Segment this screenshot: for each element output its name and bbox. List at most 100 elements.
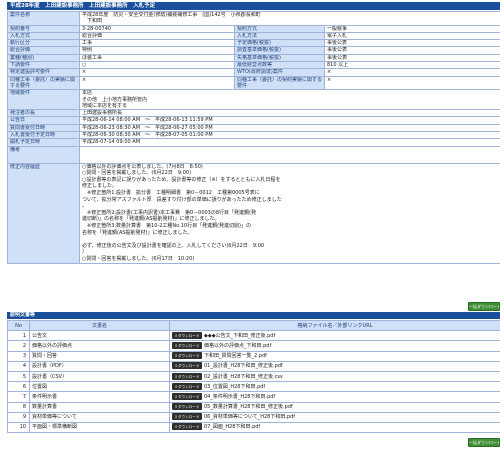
info-row: 執行区分 工事 予定価格(税抜) 事後公表: [7, 39, 500, 48]
info-label: 入札書受付予定日時: [7, 131, 80, 140]
info-label: 最低経営点数等: [234, 61, 325, 70]
document-no: 10: [7, 421, 30, 434]
info-value: 事後公表: [323, 53, 500, 63]
info-value: 3-28-00740: [79, 24, 235, 33]
info-row: 入札方式 総合評価 入札方法 電子入札: [7, 31, 500, 41]
info-value: 平成28-07-14 09:00 AM: [78, 138, 500, 147]
info-row: 特定建設許可要件 × WTO(政府調達)案件 ×: [7, 68, 500, 77]
documents-header-row: No 文書名 格納ファイル名／外部リンクURL: [7, 319, 500, 332]
download-button[interactable]: ⬇ダウンロード: [172, 331, 202, 339]
page-title: 平成28年度 上田建設事務所 上田建設事務所 入札予定: [7, 2, 500, 10]
info-label: 発注者の長: [7, 109, 80, 118]
document-name: 公告文: [29, 330, 170, 342]
document-file-cell: ⬇ダウンロード 01_設計書_H28下和田_修正後.pdf: [169, 360, 500, 372]
documents-table: No 文書名 格納ファイル名／外部リンクURL 1 公告文 ⬇ダウンロード ◆◆◆公告…: [7, 319, 500, 434]
info-row: 契約番号 3-28-00740 契約方式 一般競争: [7, 24, 500, 33]
bulk-download-button-bottom[interactable]: 一括ダウンロード: [468, 438, 500, 447]
info-label: 予定価格(税抜): [234, 39, 325, 48]
download-button[interactable]: ⬇ダウンロード: [172, 362, 202, 370]
info-value: 特例: [79, 46, 235, 55]
document-row: 6 位置図 ⬇ダウンロード 03_位置図_H28下和田.pdf: [7, 381, 500, 393]
info-label: 開札予定日時: [7, 138, 80, 147]
download-button[interactable]: ⬇ダウンロード: [172, 403, 202, 411]
info-row: 開札予定日時 平成28-07-14 09:00 AM: [7, 138, 500, 147]
info-value: 総合評価: [79, 31, 235, 41]
download-button[interactable]: ⬇ダウンロード: [172, 392, 202, 400]
document-no: 1: [7, 330, 30, 342]
info-label: 調査基準価格(税抜): [234, 46, 325, 55]
documents-section-title: 説明文書等: [7, 312, 500, 319]
document-file-name[interactable]: 01_設計書_H28下和田_修正後.pdf: [204, 363, 283, 369]
download-button-label: ダウンロード: [177, 343, 200, 348]
info-label: 失格基準価格(税抜): [234, 53, 325, 63]
document-name: 価格以外の評価点: [29, 340, 170, 352]
info-value: 事後公表: [323, 39, 500, 48]
info-label: 契約番号: [7, 24, 80, 33]
info-value: ほ装工事: [79, 53, 235, 63]
document-name: 設計書（CSV）: [29, 370, 170, 383]
info-label: 業種(種別): [7, 53, 80, 63]
info-label: 執行区分: [7, 39, 80, 48]
document-file-name[interactable]: 04_条件明示書_H28下和田.pdf: [204, 394, 275, 400]
col-header-file: 格納ファイル名／外部リンクURL: [169, 319, 500, 332]
info-value: 工事: [79, 39, 235, 48]
info-label: 案件名称: [7, 11, 80, 26]
download-button-label: ダウンロード: [177, 405, 200, 410]
document-file-name[interactable]: 03_位置図_H28下和田.pdf: [204, 384, 265, 390]
download-button[interactable]: ⬇ダウンロード: [172, 413, 202, 421]
info-value: [78, 145, 500, 164]
document-no: 2: [7, 340, 30, 352]
document-file-cell: ⬇ダウンロード 価格以外の評価点_下和田.pdf: [169, 340, 500, 352]
info-row: 公告日 平成28-06-14 08:00 AM ～ 平成28-06-13 11:5…: [7, 116, 500, 125]
info-label: WTO(政府調達)案件: [234, 68, 325, 77]
info-value: ×: [79, 68, 235, 77]
info-value: 一般競争: [323, 24, 500, 33]
document-name: 質問・回答: [29, 350, 170, 362]
info-value: 電子入札: [323, 31, 500, 41]
document-row: 9 資材単価等について ⬇ダウンロード 06_資材単価等について_H28下和田.pdf: [7, 411, 500, 423]
info-value: ○価格以外の評価点を公表しました。(7月8日 8:50) ○質問・回答を掲載しま…: [78, 162, 500, 264]
document-file-cell: ⬇ダウンロード ◆◆◆公告文_下和田_修正後.pdf: [169, 330, 500, 342]
document-file-name[interactable]: 価格以外の評価点_下和田.pdf: [204, 343, 271, 349]
info-value: 810 以上: [323, 61, 500, 70]
bulk-download-button-top[interactable]: 一括ダウンロード: [468, 302, 500, 311]
document-name: 設計書（PDF）: [29, 360, 170, 372]
document-file-name[interactable]: 05_数量計算書_H28下和田_修正後.pdf: [204, 404, 293, 410]
col-header-no: No: [7, 319, 30, 332]
info-value: ×: [323, 75, 500, 91]
download-button[interactable]: ⬇ダウンロード: [172, 382, 202, 390]
download-button[interactable]: ⬇ダウンロード: [172, 341, 202, 349]
download-button-label: ダウンロード: [177, 354, 200, 359]
col-header-doc-name: 文書名: [29, 319, 170, 332]
document-row: 2 価格以外の評価点 ⬇ダウンロード 価格以外の評価点_下和田.pdf: [7, 340, 500, 352]
document-file-cell: ⬇ダウンロード 06_資材単価等について_H28下和田.pdf: [169, 411, 500, 423]
download-button-label: ダウンロード: [177, 374, 200, 379]
document-name: 位置図: [29, 381, 170, 393]
download-button-label: ダウンロード: [177, 415, 200, 420]
document-name: 数量計算書: [29, 401, 170, 413]
document-file-name[interactable]: 07_図面_H28下和田.pdf: [204, 424, 260, 430]
document-file-name[interactable]: ◆◆◆公告文_下和田_修正後.pdf: [204, 333, 275, 339]
project-info-table: 案件名称 平成28年度 防災・安全交付金(修繕)補装補修工事 (国)142号 小県…: [7, 11, 500, 264]
document-file-name[interactable]: 02_設計書_H28下和田_修正後.csv: [204, 374, 283, 380]
document-file-cell: ⬇ダウンロード 04_条件明示書_H28下和田.pdf: [169, 391, 500, 403]
document-file-name[interactable]: 下和田_質問回答一覧_2.pdf: [204, 353, 267, 359]
document-file-cell: ⬇ダウンロード 下和田_質問回答一覧_2.pdf: [169, 350, 500, 362]
document-no: 6: [7, 381, 30, 393]
info-label: 地域要件: [7, 89, 80, 111]
info-label: 契約方式: [234, 24, 325, 33]
download-button-label: ダウンロード: [177, 425, 200, 430]
info-label: 特定建設許可要件: [7, 68, 80, 77]
info-row: 入札書受付予定日時 平成28-06-30 08:30 AM ～ 平成28-07-0…: [7, 131, 500, 140]
download-button-label: ダウンロード: [177, 384, 200, 389]
download-button[interactable]: ⬇ダウンロード: [172, 352, 202, 360]
info-row: 備考: [7, 145, 500, 164]
document-no: 8: [7, 401, 30, 413]
document-name: 平面図・標準横断図: [29, 421, 170, 434]
document-file-name[interactable]: 06_資材単価等について_H28下和田.pdf: [204, 414, 295, 420]
info-label: 公告日: [7, 116, 80, 125]
info-label: 修正内容履歴: [7, 162, 80, 264]
document-row: 1 公告文 ⬇ダウンロード ◆◆◆公告文_下和田_修正後.pdf: [7, 330, 500, 342]
download-button[interactable]: ⬇ダウンロード: [172, 372, 202, 380]
download-button[interactable]: ⬇ダウンロード: [172, 423, 202, 431]
